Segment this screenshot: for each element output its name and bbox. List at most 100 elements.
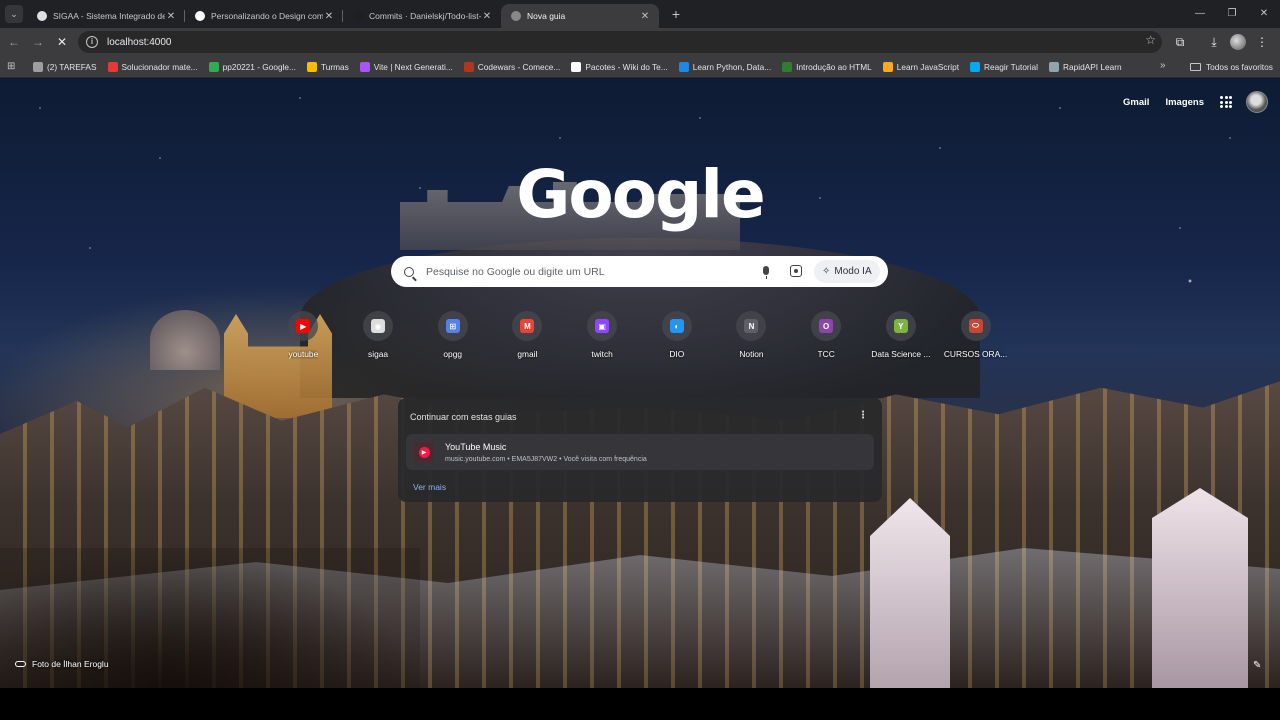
bookmark-label: (2) TAREFAS (47, 61, 97, 72)
bookmark-item[interactable]: Turmas (306, 61, 349, 72)
microphone-icon[interactable] (763, 266, 769, 279)
stop-loading-icon[interactable]: ✕ (50, 30, 74, 54)
bookmark-favicon-icon (107, 61, 118, 72)
shortcut-circle: ◉ (363, 311, 394, 341)
bookmark-label: Reagir Tutorial (984, 61, 1039, 72)
bookmark-star-icon[interactable]: ☆ (1145, 33, 1156, 47)
google-apps-icon[interactable] (1220, 96, 1232, 108)
tab-search-button[interactable]: ⌄ (5, 5, 23, 23)
bookmark-item[interactable]: RapidAPI Learn (1049, 61, 1122, 72)
tab-favicon-icon (511, 11, 521, 21)
shortcut-favicon-icon: N (744, 319, 759, 333)
ai-mode-label: Modo IA (834, 266, 872, 277)
tab-2[interactable]: Commits · Danielskj/Todo-list-c ✕ (342, 4, 501, 28)
tab-strip: ⌄ SIGAA - Sistema Integrado de G ✕ Persona… (0, 0, 1280, 28)
shortcut-4[interactable]: ▣ twitch (565, 311, 640, 359)
see-more-link[interactable]: Ver mais (413, 482, 446, 492)
bookmark-item[interactable]: Learn Python, Data... (678, 61, 771, 72)
shortcut-7[interactable]: O TCC (789, 311, 864, 359)
menu-kebab-icon[interactable]: ⋮ (1250, 30, 1274, 54)
bookmark-item[interactable]: Solucionador mate... (107, 61, 198, 72)
shortcut-circle: ⬭ (960, 311, 991, 341)
attribution-text: Foto de İlhan Eroglu (32, 659, 109, 669)
continue-tab-item[interactable]: ▶ YouTube Music music.youtube.com • EMA5… (406, 434, 874, 470)
search-input[interactable] (426, 265, 746, 278)
shortcut-circle: N (736, 311, 767, 341)
bookmarks-overflow-icon[interactable]: » (1160, 60, 1166, 71)
google-lens-icon[interactable] (790, 265, 802, 277)
window-controls: — ❐ ✕ (1184, 0, 1280, 28)
bookmark-favicon-icon (678, 61, 689, 72)
search-box[interactable]: ✧ Modo IA (391, 256, 888, 287)
google-logo: Google (516, 156, 766, 233)
bookmark-label: pp20221 - Google... (222, 61, 296, 72)
bookmark-label: Learn JavaScript (896, 61, 960, 72)
background-church-2 (1152, 488, 1248, 688)
site-info-icon[interactable]: i (86, 36, 98, 48)
search-icon (404, 266, 414, 277)
tab-title: SIGAA - Sistema Integrado de G (53, 11, 165, 21)
ai-mode-button[interactable]: ✧ Modo IA (814, 260, 880, 283)
all-bookmarks-folder[interactable]: Todos os favoritos (1190, 56, 1273, 78)
bookmark-item[interactable]: Learn JavaScript (882, 61, 960, 72)
shortcut-tiles: ▶ youtube ◉ sigaa ⊞ opgg Mgmail ▣ twitch ◐ DIO N Not… (266, 311, 1013, 359)
shortcut-0[interactable]: ▶ youtube (266, 311, 341, 359)
new-tab-page: Gmail Imagens Google ✧ Modo IA ▶ youtube ◉… (0, 78, 1280, 688)
bookmark-item[interactable]: Pacotes - Wiki do Te... (571, 61, 668, 72)
shortcut-2[interactable]: ⊞ opgg (415, 311, 490, 359)
restore-icon[interactable]: ❐ (1216, 0, 1248, 28)
bookmark-item[interactable]: Codewars - Comece... (463, 61, 560, 72)
card-menu-icon[interactable]: ⋮ (858, 410, 868, 421)
shortcut-1[interactable]: ◉ sigaa (341, 311, 416, 359)
tab-close-icon[interactable]: ✕ (481, 11, 493, 22)
tab-0[interactable]: SIGAA - Sistema Integrado de G ✕ (27, 4, 185, 28)
continue-tabs-title: Continuar com estas guias (410, 412, 517, 422)
bookmark-item[interactable]: Vite | Next Generati... (359, 61, 453, 72)
bookmark-item[interactable]: pp20221 - Google... (208, 61, 296, 72)
new-tab-button[interactable]: + (667, 5, 685, 23)
shortcut-9[interactable]: ⬭ CURSOS ORA... (938, 311, 1013, 359)
youtube-music-icon: ▶ (414, 442, 434, 462)
shortcut-label: sigaa (368, 349, 389, 359)
bookmark-label: Introdução ao HTML (796, 61, 872, 72)
bookmark-favicon-icon (882, 61, 893, 72)
download-icon[interactable]: ⤓ (1202, 30, 1226, 54)
shortcut-favicon-icon: ◉ (371, 319, 386, 333)
profile-avatar-small[interactable] (1230, 34, 1246, 50)
close-window-icon[interactable]: ✕ (1248, 0, 1280, 28)
bookmark-item[interactable]: Reagir Tutorial (970, 61, 1039, 72)
bookmark-item[interactable]: (2) TAREFAS (33, 61, 97, 72)
tab-close-icon[interactable]: ✕ (323, 11, 335, 22)
customize-pencil-icon[interactable]: ✎ (1253, 660, 1265, 672)
shortcut-8[interactable]: Y Data Science ... (864, 311, 939, 359)
shortcut-6[interactable]: N Notion (714, 311, 789, 359)
shortcut-circle: M (512, 311, 543, 341)
shortcut-favicon-icon: ▶ (296, 319, 311, 333)
bookmark-label: RapidAPI Learn (1063, 61, 1122, 72)
tab-1[interactable]: Personalizando o Design com T ✕ (184, 4, 343, 28)
address-bar[interactable]: i localhost:4000 ☆ (78, 31, 1162, 53)
folder-icon (1190, 63, 1201, 71)
bottom-letterbox (0, 688, 1280, 720)
photo-attribution[interactable]: Foto de İlhan Eroglu (15, 659, 109, 669)
account-avatar[interactable] (1246, 91, 1268, 113)
images-link[interactable]: Imagens (1165, 97, 1204, 108)
bookmark-label: Vite | Next Generati... (373, 61, 453, 72)
bookmark-label: Solucionador mate... (121, 61, 198, 72)
tab-3[interactable]: Nova guia ✕ (501, 4, 659, 28)
apps-grid-icon[interactable]: ⊞ (7, 61, 21, 72)
tab-close-icon[interactable]: ✕ (639, 11, 651, 22)
shortcut-label: Data Science ... (871, 349, 931, 359)
bookmark-item[interactable]: Introdução ao HTML (782, 61, 872, 72)
link-icon (15, 661, 26, 667)
gmail-link[interactable]: Gmail (1123, 97, 1149, 108)
back-icon[interactable]: ← (2, 30, 26, 54)
extensions-icon[interactable]: ⧉ (1168, 30, 1192, 54)
forward-icon[interactable]: → (26, 30, 50, 54)
minimize-icon[interactable]: — (1184, 0, 1216, 28)
shortcut-3[interactable]: Mgmail (490, 311, 565, 359)
tab-close-icon[interactable]: ✕ (165, 11, 177, 22)
shortcut-5[interactable]: ◐ DIO (639, 311, 714, 359)
shortcut-circle: ⊞ (437, 311, 468, 341)
all-bookmarks-label: Todos os favoritos (1206, 62, 1273, 72)
